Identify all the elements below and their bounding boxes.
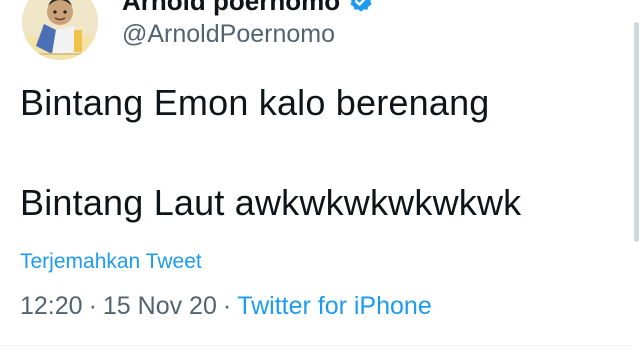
scrollbar[interactable] <box>632 0 640 360</box>
scrollbar-thumb[interactable] <box>634 22 639 242</box>
tweet-text-line-1: Bintang Emon kalo berenang <box>20 82 490 123</box>
tweet-meta: 12:20 · 15 Nov 20 · Twitter for iPhone <box>20 292 432 321</box>
avatar[interactable] <box>22 0 98 60</box>
cartoon-avatar-icon <box>22 0 98 60</box>
divider <box>0 345 640 346</box>
tweet-text-line-2: Bintang Laut awkwkwkwkwkwk <box>20 182 522 223</box>
author-display-name[interactable]: Arnold poernomo <box>122 0 340 17</box>
tweet-time[interactable]: 12:20 <box>20 292 83 321</box>
tweet-source-link[interactable]: Twitter for iPhone <box>237 292 432 321</box>
verified-badge-icon <box>350 0 372 12</box>
author-handle[interactable]: @ArnoldPoernomo <box>122 20 335 49</box>
meta-separator: · <box>222 292 232 320</box>
author-name-row[interactable]: Arnold poernomo <box>122 0 374 17</box>
tweet-detail-view: Arnold poernomo @ArnoldPoernomo Bintang … <box>0 0 640 360</box>
translate-tweet-link[interactable]: Terjemahkan Tweet <box>20 250 202 274</box>
meta-separator: · <box>88 292 97 320</box>
tweet-date[interactable]: 15 Nov 20 <box>103 292 217 321</box>
